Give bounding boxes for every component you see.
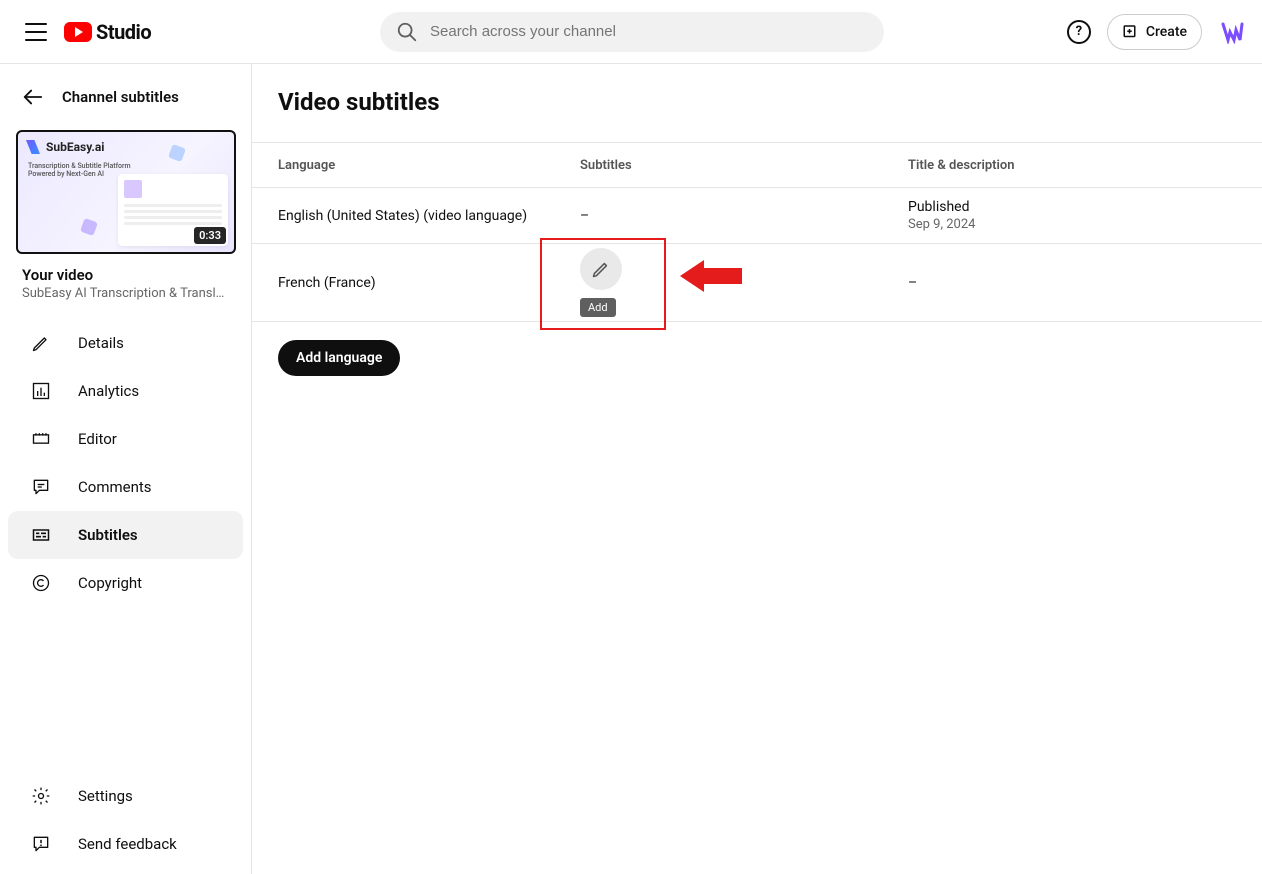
your-video-label: Your video <box>22 266 229 284</box>
search-icon <box>396 21 418 43</box>
studio-logo[interactable]: Studio <box>64 20 151 44</box>
sidebar-item-label: Send feedback <box>78 835 177 853</box>
sidebar-item-label: Comments <box>78 478 152 496</box>
sidebar-item-label: Analytics <box>78 382 139 400</box>
table-row[interactable]: French (France) Add – <box>252 244 1262 322</box>
account-avatar[interactable] <box>1218 18 1246 46</box>
row-subtitles: Add <box>580 244 908 321</box>
sidebar-item-label: Details <box>78 334 124 352</box>
editor-icon <box>30 429 52 449</box>
analytics-icon <box>30 381 52 401</box>
video-duration: 0:33 <box>194 227 226 244</box>
sidebar-item-label: Settings <box>78 787 133 805</box>
sidebar-item-details[interactable]: Details <box>8 319 243 367</box>
back-label: Channel subtitles <box>62 88 179 106</box>
arrow-left-icon <box>22 86 44 108</box>
help-icon: ? <box>1076 24 1082 39</box>
youtube-play-icon <box>64 22 92 42</box>
add-language-button[interactable]: Add language <box>278 340 400 376</box>
row-title-desc: – <box>908 275 1262 291</box>
avatar-icon <box>1220 20 1244 44</box>
subtitles-icon <box>30 525 52 545</box>
add-tooltip: Add <box>580 298 616 317</box>
pencil-icon <box>591 259 611 279</box>
create-label: Create <box>1146 24 1187 40</box>
thumb-title: SubEasy.ai <box>46 140 104 154</box>
sidebar-item-subtitles[interactable]: Subtitles <box>8 511 243 559</box>
table-row[interactable]: English (United States) (video language)… <box>252 188 1262 244</box>
row-language: English (United States) (video language) <box>252 208 580 224</box>
main-content: Video subtitles Language Subtitles Title… <box>252 64 1262 874</box>
header-actions: ? Create <box>1067 14 1246 50</box>
row-title-desc: Published Sep 9, 2024 <box>908 199 1262 232</box>
thumb-subtitle-1: Transcription & Subtitle Platform <box>28 162 131 170</box>
help-button[interactable]: ? <box>1067 20 1091 44</box>
feedback-icon <box>30 834 52 854</box>
sidebar-item-label: Subtitles <box>78 526 138 544</box>
sidebar-item-analytics[interactable]: Analytics <box>8 367 243 415</box>
col-language: Language <box>252 158 580 173</box>
thumb-logo-icon <box>26 140 40 154</box>
video-meta: Your video SubEasy AI Transcription & Tr… <box>0 262 251 311</box>
sidebar-item-copyright[interactable]: Copyright <box>8 559 243 607</box>
create-plus-icon <box>1122 23 1140 41</box>
gear-icon <box>30 786 52 806</box>
search-input[interactable] <box>430 23 884 40</box>
search-bar[interactable] <box>380 12 884 52</box>
sidebar-nav: Details Analytics Editor Comments <box>0 319 251 772</box>
video-title: SubEasy AI Transcription & Translati… <box>22 286 229 301</box>
comments-icon <box>30 477 52 497</box>
sidebar: Channel subtitles SubEasy.ai Transcripti… <box>0 64 252 874</box>
hamburger-menu-button[interactable] <box>16 12 56 52</box>
td-date: Sep 9, 2024 <box>908 217 1262 232</box>
sidebar-item-settings[interactable]: Settings <box>8 772 243 820</box>
video-thumbnail[interactable]: SubEasy.ai Transcription & Subtitle Plat… <box>16 130 235 254</box>
sidebar-item-editor[interactable]: Editor <box>8 415 243 463</box>
back-button[interactable]: Channel subtitles <box>0 72 251 122</box>
row-subtitles: – <box>580 208 908 224</box>
page-title: Video subtitles <box>252 88 1262 116</box>
td-status: Published <box>908 199 1262 215</box>
sidebar-item-comments[interactable]: Comments <box>8 463 243 511</box>
sidebar-item-feedback[interactable]: Send feedback <box>8 820 243 868</box>
sidebar-item-label: Copyright <box>78 574 142 592</box>
studio-label: Studio <box>96 20 151 44</box>
hamburger-icon <box>25 23 47 41</box>
table-header: Language Subtitles Title & description <box>252 142 1262 188</box>
sidebar-bottom: Settings Send feedback <box>0 772 251 868</box>
col-title-desc: Title & description <box>908 158 1262 173</box>
add-subtitle-button[interactable] <box>580 248 622 290</box>
copyright-icon <box>30 573 52 593</box>
pencil-icon <box>30 333 52 353</box>
thumb-subtitle-2: Powered by Next-Gen AI <box>28 170 131 178</box>
col-subtitles: Subtitles <box>580 158 908 173</box>
sidebar-item-label: Editor <box>78 430 117 448</box>
app-header: Studio ? Create <box>0 0 1262 64</box>
create-button[interactable]: Create <box>1107 14 1202 50</box>
row-language: French (France) <box>252 275 580 291</box>
annotation-arrow <box>680 256 742 300</box>
